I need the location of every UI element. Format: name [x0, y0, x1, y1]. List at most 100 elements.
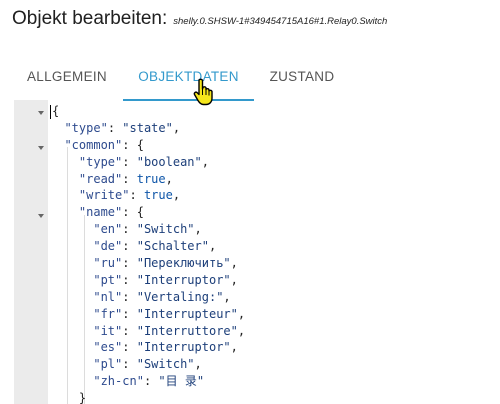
code-token: "de"	[93, 239, 123, 254]
dialog-header: Objekt bearbeiten: shelly.0.SHSW-1#34945…	[12, 8, 387, 38]
json-editor[interactable]: { "type": "state", "common": { "type": "…	[14, 100, 500, 404]
code-line: "type": "boolean",	[50, 154, 500, 171]
code-token: true	[143, 188, 173, 203]
tab-zustand[interactable]: ZUSTAND	[258, 62, 346, 100]
code-token: "目 录"	[158, 374, 205, 389]
code-token: "Schalter"	[136, 239, 209, 254]
code-token: : {	[122, 137, 144, 152]
code-token: "write"	[78, 188, 130, 203]
code-token: ,	[201, 154, 209, 169]
code-token: ,	[230, 272, 238, 287]
code-token: ,	[165, 171, 173, 186]
code-token: ,	[237, 306, 246, 321]
tab-allgemein[interactable]: ALLGEMEIN	[14, 62, 120, 100]
code-token: :	[122, 154, 137, 169]
code-token: "Switch"	[136, 357, 195, 372]
code-token: "name"	[78, 205, 123, 220]
code-token: "common"	[64, 137, 123, 152]
code-token: "type"	[78, 154, 123, 169]
code-token: :	[122, 171, 137, 186]
code-token: : {	[122, 205, 144, 220]
code-line: "es": "Interruptor",	[50, 339, 500, 356]
code-token: "ru"	[93, 256, 123, 271]
code-token: "pt"	[93, 272, 123, 287]
code-line: "type": "state",	[50, 120, 500, 137]
code-token: "Переключить"	[136, 256, 231, 271]
tab-bar: ALLGEMEIN OBJEKTDATEN ZUSTAND	[14, 62, 364, 102]
code-token: :	[122, 323, 137, 338]
code-line: "write": true,	[50, 187, 500, 204]
code-token: "Interruttore"	[136, 323, 238, 338]
fold-arrow-icon[interactable]	[38, 146, 44, 150]
code-token: "pl"	[93, 357, 123, 372]
code-token: "Vertaling:"	[136, 289, 224, 304]
code-token: :	[122, 222, 137, 237]
code-token: ,	[208, 239, 217, 254]
code-token: ,	[194, 357, 202, 372]
code-line: "zh-cn": "目 录"	[50, 373, 500, 390]
code-token: "boolean"	[136, 154, 202, 169]
code-line: "name": {	[50, 204, 500, 221]
code-token: "Interruptor"	[136, 272, 231, 287]
code-token: ,	[230, 340, 238, 355]
tab-objektdaten[interactable]: OBJEKTDATEN	[123, 62, 254, 100]
code-token: "it"	[93, 323, 123, 338]
code-token: "Interrupteur"	[136, 306, 238, 321]
code-token: "en"	[93, 222, 123, 237]
code-token: :	[122, 239, 137, 254]
editor-gutter	[14, 100, 48, 404]
code-line: "pl": "Switch",	[50, 356, 500, 373]
code-line: "ru": "Переключить",	[50, 255, 500, 272]
code-content[interactable]: { "type": "state", "common": { "type": "…	[50, 103, 500, 404]
code-token: "Switch"	[136, 222, 195, 237]
code-token: {	[52, 104, 60, 118]
code-token: "nl"	[93, 289, 123, 304]
code-line: }	[50, 390, 500, 404]
code-line: "pt": "Interruptor",	[50, 272, 500, 289]
code-line: "nl": "Vertaling:",	[50, 289, 500, 306]
code-token: :	[122, 289, 137, 304]
code-token: :	[122, 357, 137, 372]
code-token: ,	[194, 222, 202, 237]
code-token: true	[136, 171, 166, 186]
code-line: {	[50, 103, 500, 120]
code-token: ,	[230, 256, 238, 271]
code-token: ,	[172, 188, 181, 203]
text-caret	[50, 104, 51, 119]
code-line: "read": true,	[50, 171, 500, 188]
code-token: :	[122, 340, 137, 355]
code-token: ,	[237, 323, 246, 338]
fold-arrow-icon[interactable]	[38, 111, 44, 115]
code-token: :	[143, 374, 159, 389]
code-token: ,	[223, 289, 231, 304]
fold-arrow-icon[interactable]	[38, 214, 44, 218]
code-token: "state"	[122, 120, 173, 135]
code-token: :	[122, 256, 137, 271]
code-token: "read"	[78, 171, 123, 186]
code-token: :	[122, 272, 137, 287]
code-token: "zh-cn"	[93, 374, 144, 389]
code-token: }	[78, 391, 87, 404]
code-line: "it": "Interruttore",	[50, 323, 500, 340]
code-token: "type"	[64, 120, 108, 135]
code-token: :	[107, 120, 123, 135]
dialog-title: Objekt bearbeiten:	[12, 8, 168, 29]
code-token: :	[129, 188, 144, 203]
code-token: "es"	[93, 340, 123, 355]
code-line: "fr": "Interrupteur",	[50, 306, 500, 323]
